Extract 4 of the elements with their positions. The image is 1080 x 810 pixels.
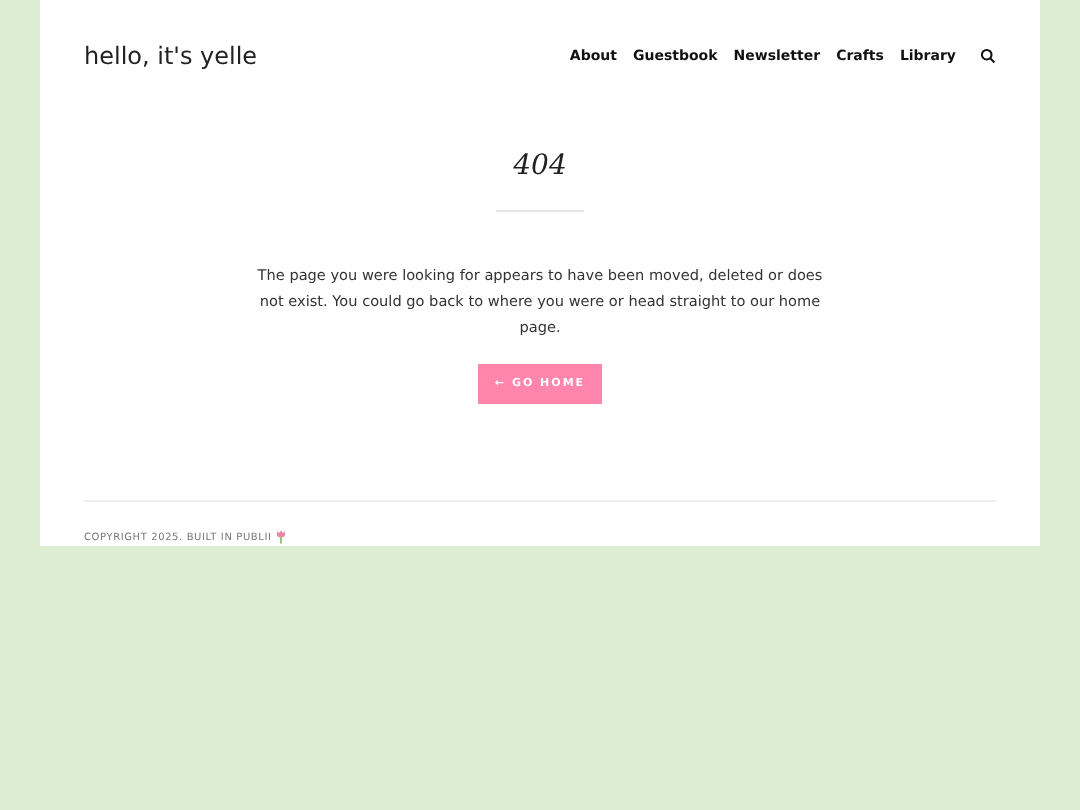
flower-icon bbox=[275, 530, 286, 544]
error-heading: 404 bbox=[513, 150, 567, 182]
search-icon[interactable] bbox=[980, 47, 996, 63]
site-title[interactable]: hello, it's yelle bbox=[84, 41, 258, 69]
